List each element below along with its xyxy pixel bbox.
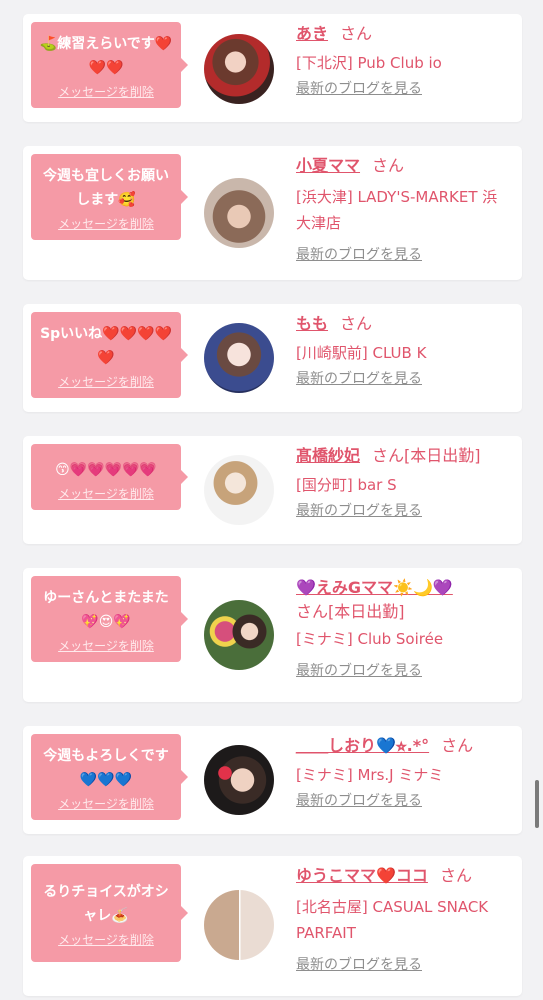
message-text: ⛳練習えらいです❤️❤️❤️ [39, 36, 173, 76]
name-line: もも さん [296, 312, 512, 336]
name-suffix: さん [340, 24, 373, 43]
message-card: ⛳練習えらいです❤️❤️❤️ メッセージを削除 あき さん [下北沢] Pub C… [23, 14, 522, 122]
delete-message-link[interactable]: メッセージを削除 [31, 373, 181, 398]
name-line: 髙橋紗妃 さん[本日出勤] [296, 444, 512, 468]
message-bubble: 😙💗💗💗💗💗 メッセージを削除 [31, 444, 188, 510]
profile-name-link[interactable]: 髙橋紗妃 [296, 446, 360, 465]
latest-blog-link[interactable]: 最新のブログを見る [296, 790, 422, 810]
shop-name: [川崎駅前] CLUB K [296, 344, 427, 362]
profile-name-link[interactable]: あき [296, 24, 328, 43]
name-suffix: さん[本日出勤] [296, 602, 405, 621]
avatar[interactable] [204, 890, 274, 960]
name-line: 小夏ママ さん [296, 154, 512, 178]
message-card: ゆーさんとまたまた💖😍💖 メッセージを削除 💜えみGママ☀️🌙💜 さん[本日出勤]… [23, 568, 522, 702]
name-suffix: さん[本日出勤] [372, 446, 481, 465]
latest-blog-link[interactable]: 最新のブログを見る [296, 954, 422, 974]
message-bubble: るりチョイスがオシャレ🍝 メッセージを削除 [31, 864, 188, 962]
shop-name: [下北沢] Pub Club io [296, 54, 442, 72]
message-card: 今週も宜しくお願いします🥰 メッセージを削除 小夏ママ さん [浜大津] LADY… [23, 146, 522, 280]
message-card: Spいいね❤️❤️❤️❤️❤️ メッセージを削除 もも さん [川崎駅前] CLU… [23, 304, 522, 412]
profile-info: ゆうこママ❤️ココ さん [北名古屋] CASUAL SNACK PARFAIT … [296, 864, 512, 974]
name-line: 💜えみGママ☀️🌙💜 さん[本日出勤] [296, 576, 512, 624]
delete-message-link[interactable]: メッセージを削除 [31, 931, 181, 962]
message-bubble: 今週もよろしくです💙💙💙 メッセージを削除 [31, 734, 188, 820]
delete-message-link[interactable]: メッセージを削除 [31, 795, 181, 820]
profile-name-link[interactable]: 小夏ママ [296, 156, 360, 175]
latest-blog-link[interactable]: 最新のブログを見る [296, 244, 422, 264]
name-suffix: さん [439, 866, 472, 885]
message-text: Spいいね❤️❤️❤️❤️❤️ [40, 326, 172, 366]
profile-info: もも さん [川崎駅前] CLUB K 最新のブログを見る [296, 312, 512, 388]
profile-info: 💜えみGママ☀️🌙💜 さん[本日出勤] [ミナミ] Club Soirée 最新の… [296, 576, 512, 680]
delete-message-link[interactable]: メッセージを削除 [31, 485, 181, 510]
shop-name: [ミナミ] Mrs.J ミナミ [296, 766, 444, 784]
message-text: るりチョイスがオシャレ🍝 [43, 884, 169, 924]
profile-info: あき さん [下北沢] Pub Club io 最新のブログを見る [296, 22, 512, 98]
name-line: ＿＿しおり💙⭐︎.*° さん [296, 734, 512, 758]
shop-name: [ミナミ] Club Soirée [296, 630, 444, 648]
profile-name-link[interactable]: ゆうこママ❤️ココ [296, 866, 428, 885]
profile-name-link[interactable]: ＿＿しおり💙⭐︎.*° [296, 736, 429, 755]
scrollbar-thumb[interactable] [535, 780, 539, 828]
message-bubble: ゆーさんとまたまた💖😍💖 メッセージを削除 [31, 576, 188, 662]
latest-blog-link[interactable]: 最新のブログを見る [296, 368, 422, 388]
message-text: 今週も宜しくお願いします🥰 [43, 168, 169, 208]
profile-name-link[interactable]: もも [296, 314, 328, 333]
delete-message-link[interactable]: メッセージを削除 [31, 83, 181, 108]
message-bubble: ⛳練習えらいです❤️❤️❤️ メッセージを削除 [31, 22, 188, 108]
shop-name: [国分町] bar S [296, 476, 397, 494]
message-text: 今週もよろしくです💙💙💙 [43, 748, 169, 788]
message-card: 今週もよろしくです💙💙💙 メッセージを削除 ＿＿しおり💙⭐︎.*° さん [ミナミ… [23, 726, 522, 834]
avatar[interactable] [204, 455, 274, 525]
profile-name-link[interactable]: 💜えみGママ☀️🌙💜 [296, 578, 453, 597]
message-text: ゆーさんとまたまた💖😍💖 [43, 590, 169, 630]
message-card: 😙💗💗💗💗💗 メッセージを削除 髙橋紗妃 さん[本日出勤] [国分町] bar S… [23, 436, 522, 544]
message-bubble: Spいいね❤️❤️❤️❤️❤️ メッセージを削除 [31, 312, 188, 398]
avatar[interactable] [204, 34, 274, 104]
profile-info: 髙橋紗妃 さん[本日出勤] [国分町] bar S 最新のブログを見る [296, 444, 512, 520]
profile-info: ＿＿しおり💙⭐︎.*° さん [ミナミ] Mrs.J ミナミ 最新のブログを見る [296, 734, 512, 810]
message-card: るりチョイスがオシャレ🍝 メッセージを削除 ゆうこママ❤️ココ さん [北名古屋]… [23, 856, 522, 996]
delete-message-link[interactable]: メッセージを削除 [31, 637, 181, 662]
shop-name: [北名古屋] CASUAL SNACK PARFAIT [296, 898, 489, 942]
delete-message-link[interactable]: メッセージを削除 [31, 215, 181, 240]
name-suffix: さん [441, 736, 474, 755]
avatar[interactable] [204, 323, 274, 393]
profile-info: 小夏ママ さん [浜大津] LADY'S-MARKET 浜大津店 最新のブログを見… [296, 154, 512, 264]
avatar[interactable] [204, 600, 274, 670]
latest-blog-link[interactable]: 最新のブログを見る [296, 78, 422, 98]
shop-name: [浜大津] LADY'S-MARKET 浜大津店 [296, 188, 498, 232]
name-line: あき さん [296, 22, 512, 46]
name-line: ゆうこママ❤️ココ さん [296, 864, 512, 888]
latest-blog-link[interactable]: 最新のブログを見る [296, 660, 422, 680]
avatar[interactable] [204, 745, 274, 815]
message-bubble: 今週も宜しくお願いします🥰 メッセージを削除 [31, 154, 188, 240]
name-suffix: さん [340, 314, 373, 333]
latest-blog-link[interactable]: 最新のブログを見る [296, 500, 422, 520]
avatar[interactable] [204, 178, 274, 248]
message-text: 😙💗💗💗💗💗 [55, 462, 157, 478]
name-suffix: さん [372, 156, 405, 175]
